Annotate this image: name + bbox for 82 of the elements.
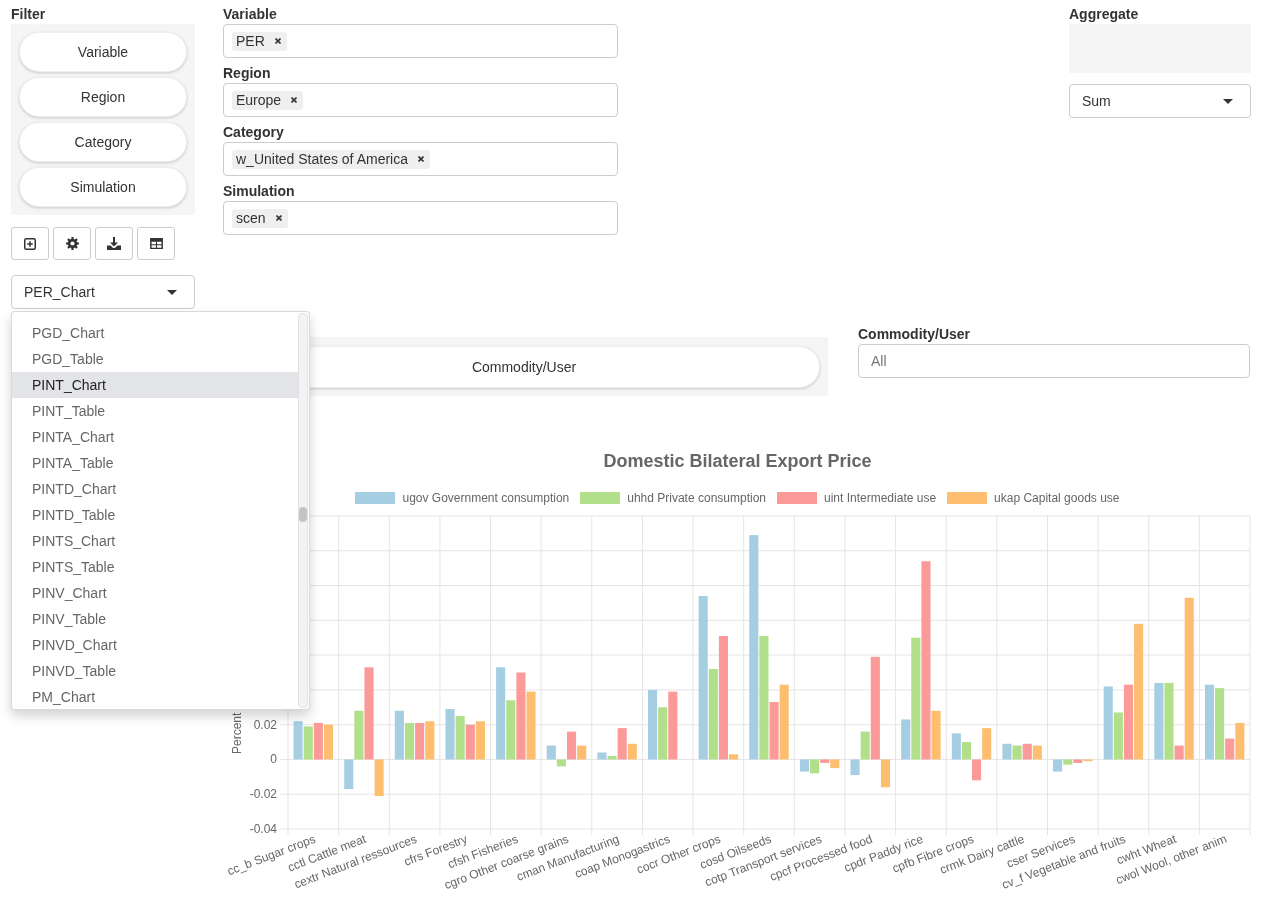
- tag-chip[interactable]: w_United States of America: [232, 149, 430, 169]
- legend-label: ukap Capital goods use: [994, 491, 1120, 505]
- tag-chip[interactable]: scen: [232, 208, 288, 228]
- bar: [415, 722, 425, 760]
- bar: [303, 726, 313, 760]
- filter-button[interactable]: Category: [19, 122, 187, 162]
- view-select[interactable]: PER_Chart: [11, 275, 195, 309]
- bar: [394, 710, 404, 760]
- bar: [658, 707, 668, 760]
- y-tick-label: 0.02: [253, 717, 277, 732]
- bar: [425, 721, 435, 760]
- bar: [668, 691, 678, 760]
- dropdown-option[interactable]: PINTA_Chart: [12, 424, 300, 450]
- dropdown-option[interactable]: PINV_Table: [12, 606, 300, 632]
- remove-icon[interactable]: [291, 97, 298, 103]
- caret-icon: [1223, 98, 1233, 104]
- tag-input-field[interactable]: scen: [223, 201, 618, 235]
- field-label: Simulation: [223, 182, 296, 201]
- tag-input-field[interactable]: Europe: [223, 83, 618, 117]
- scrollbar[interactable]: [298, 313, 308, 708]
- field-label: Region: [223, 64, 272, 83]
- bar: [1002, 743, 1012, 760]
- bar: [475, 721, 485, 760]
- plus-square-icon: [24, 237, 36, 250]
- filter-button[interactable]: Simulation: [19, 167, 187, 207]
- dropdown-option[interactable]: PINVD_Chart: [12, 632, 300, 658]
- field-label: Commodity/User: [858, 325, 972, 344]
- field-label: Aggregate: [1069, 5, 1140, 24]
- download-icon: [107, 237, 121, 250]
- download-button[interactable]: [95, 227, 133, 260]
- bar: [648, 689, 658, 760]
- dropdown-option[interactable]: PINTS_Chart: [12, 528, 300, 554]
- tag-input-field[interactable]: PER: [223, 24, 618, 58]
- bar: [1032, 745, 1042, 760]
- dropdown-option[interactable]: PINTD_Chart: [12, 476, 300, 502]
- settings-button[interactable]: [53, 227, 91, 260]
- caret-icon: [167, 289, 177, 295]
- tag-chip[interactable]: Europe: [232, 90, 304, 110]
- bar: [404, 722, 415, 760]
- bar: [323, 724, 334, 760]
- field-label: Category: [223, 123, 285, 142]
- dropdown-option[interactable]: PINT_Table: [12, 398, 300, 424]
- dropdown-option[interactable]: PINTA_Table: [12, 450, 300, 476]
- tag-chip[interactable]: PER: [232, 31, 287, 51]
- remove-icon[interactable]: [418, 156, 424, 162]
- bar: [526, 691, 536, 760]
- table-button[interactable]: [137, 227, 175, 260]
- bar: [313, 722, 323, 760]
- y-tick-label: -0.02: [249, 787, 277, 802]
- legend-label: uhhd Private consumption: [627, 491, 766, 505]
- chart-title: Domestic Bilateral Export Price: [602, 450, 873, 473]
- bar: [1012, 745, 1022, 760]
- add-button[interactable]: [11, 227, 49, 260]
- filter-button[interactable]: Variable: [19, 32, 187, 72]
- y-tick-label: 0: [270, 752, 277, 767]
- bar: [455, 715, 465, 760]
- remove-icon[interactable]: [275, 215, 282, 221]
- bar: [445, 709, 455, 760]
- table-icon: [149, 238, 163, 249]
- dropdown-option[interactable]: PM_Chart: [12, 684, 300, 709]
- aggregate-select[interactable]: Sum: [1069, 84, 1251, 118]
- field-label: Variable: [223, 5, 278, 24]
- dropdown-option[interactable]: PINT_Chart: [12, 372, 300, 398]
- dropdown-option[interactable]: PGD_Chart: [12, 320, 300, 346]
- bar: [293, 721, 303, 760]
- remove-icon[interactable]: [274, 38, 281, 44]
- legend-label: ugov Government consumption: [402, 491, 570, 505]
- bar: [799, 759, 809, 772]
- dropdown-option[interactable]: PINTD_Table: [12, 502, 300, 528]
- tag-input-field[interactable]: w_United States of America: [223, 142, 618, 176]
- dropdown-option[interactable]: PINV_Chart: [12, 580, 300, 606]
- filter-button[interactable]: Region: [19, 77, 187, 117]
- y-axis-title: Percent: [230, 712, 244, 754]
- dropdown-option[interactable]: PINTS_Table: [12, 554, 300, 580]
- filter-label: Filter: [11, 5, 47, 24]
- bar: [1022, 743, 1032, 760]
- y-tick-label: -0.04: [249, 822, 277, 836]
- dropdown-option[interactable]: PINVD_Table: [12, 658, 300, 684]
- bar: [465, 724, 475, 760]
- gear-icon: [65, 237, 79, 250]
- commodity-filter-field[interactable]: All: [858, 344, 1250, 378]
- legend-label: uint Intermediate use: [824, 491, 937, 505]
